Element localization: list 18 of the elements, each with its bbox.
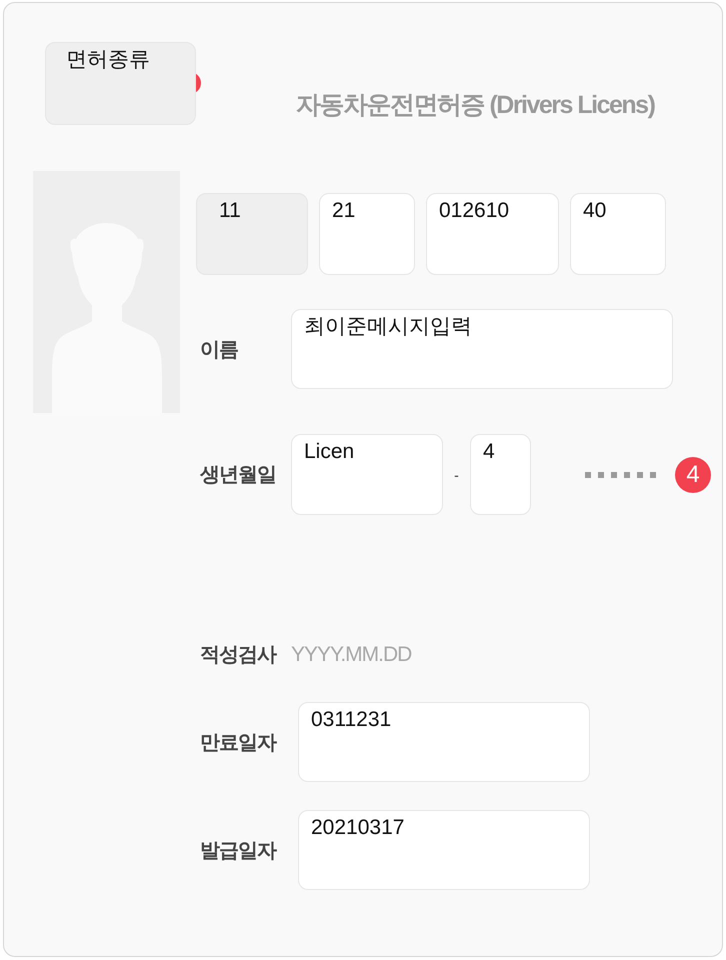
number-field[interactable]: 40: [570, 193, 666, 275]
number-field[interactable]: 012610: [426, 193, 559, 275]
field-label: 이름: [199, 338, 239, 362]
field-label: 발급일자: [199, 838, 278, 864]
expiry-date-field[interactable]: 0311231: [298, 702, 590, 782]
field-label: 적성검사: [199, 643, 278, 668]
gender-digit-field[interactable]: 4: [470, 434, 531, 515]
issue-date-field[interactable]: 20210317: [298, 810, 590, 890]
step-badge: 4: [675, 456, 711, 492]
field-label: 생년월일: [199, 463, 277, 488]
date-hint: YYYY.MM.DD: [291, 642, 412, 666]
masked-digits-icon: [585, 472, 658, 478]
birth-date-field[interactable]: Licen: [291, 434, 443, 515]
card-title: 자동차운전면허증 (Drivers Licens): [296, 90, 654, 121]
field-label: 만료일자: [199, 730, 278, 756]
number-field[interactable]: 21: [319, 193, 415, 275]
separator: -: [453, 466, 460, 482]
name-field[interactable]: 최이준메시지입력: [291, 309, 673, 389]
